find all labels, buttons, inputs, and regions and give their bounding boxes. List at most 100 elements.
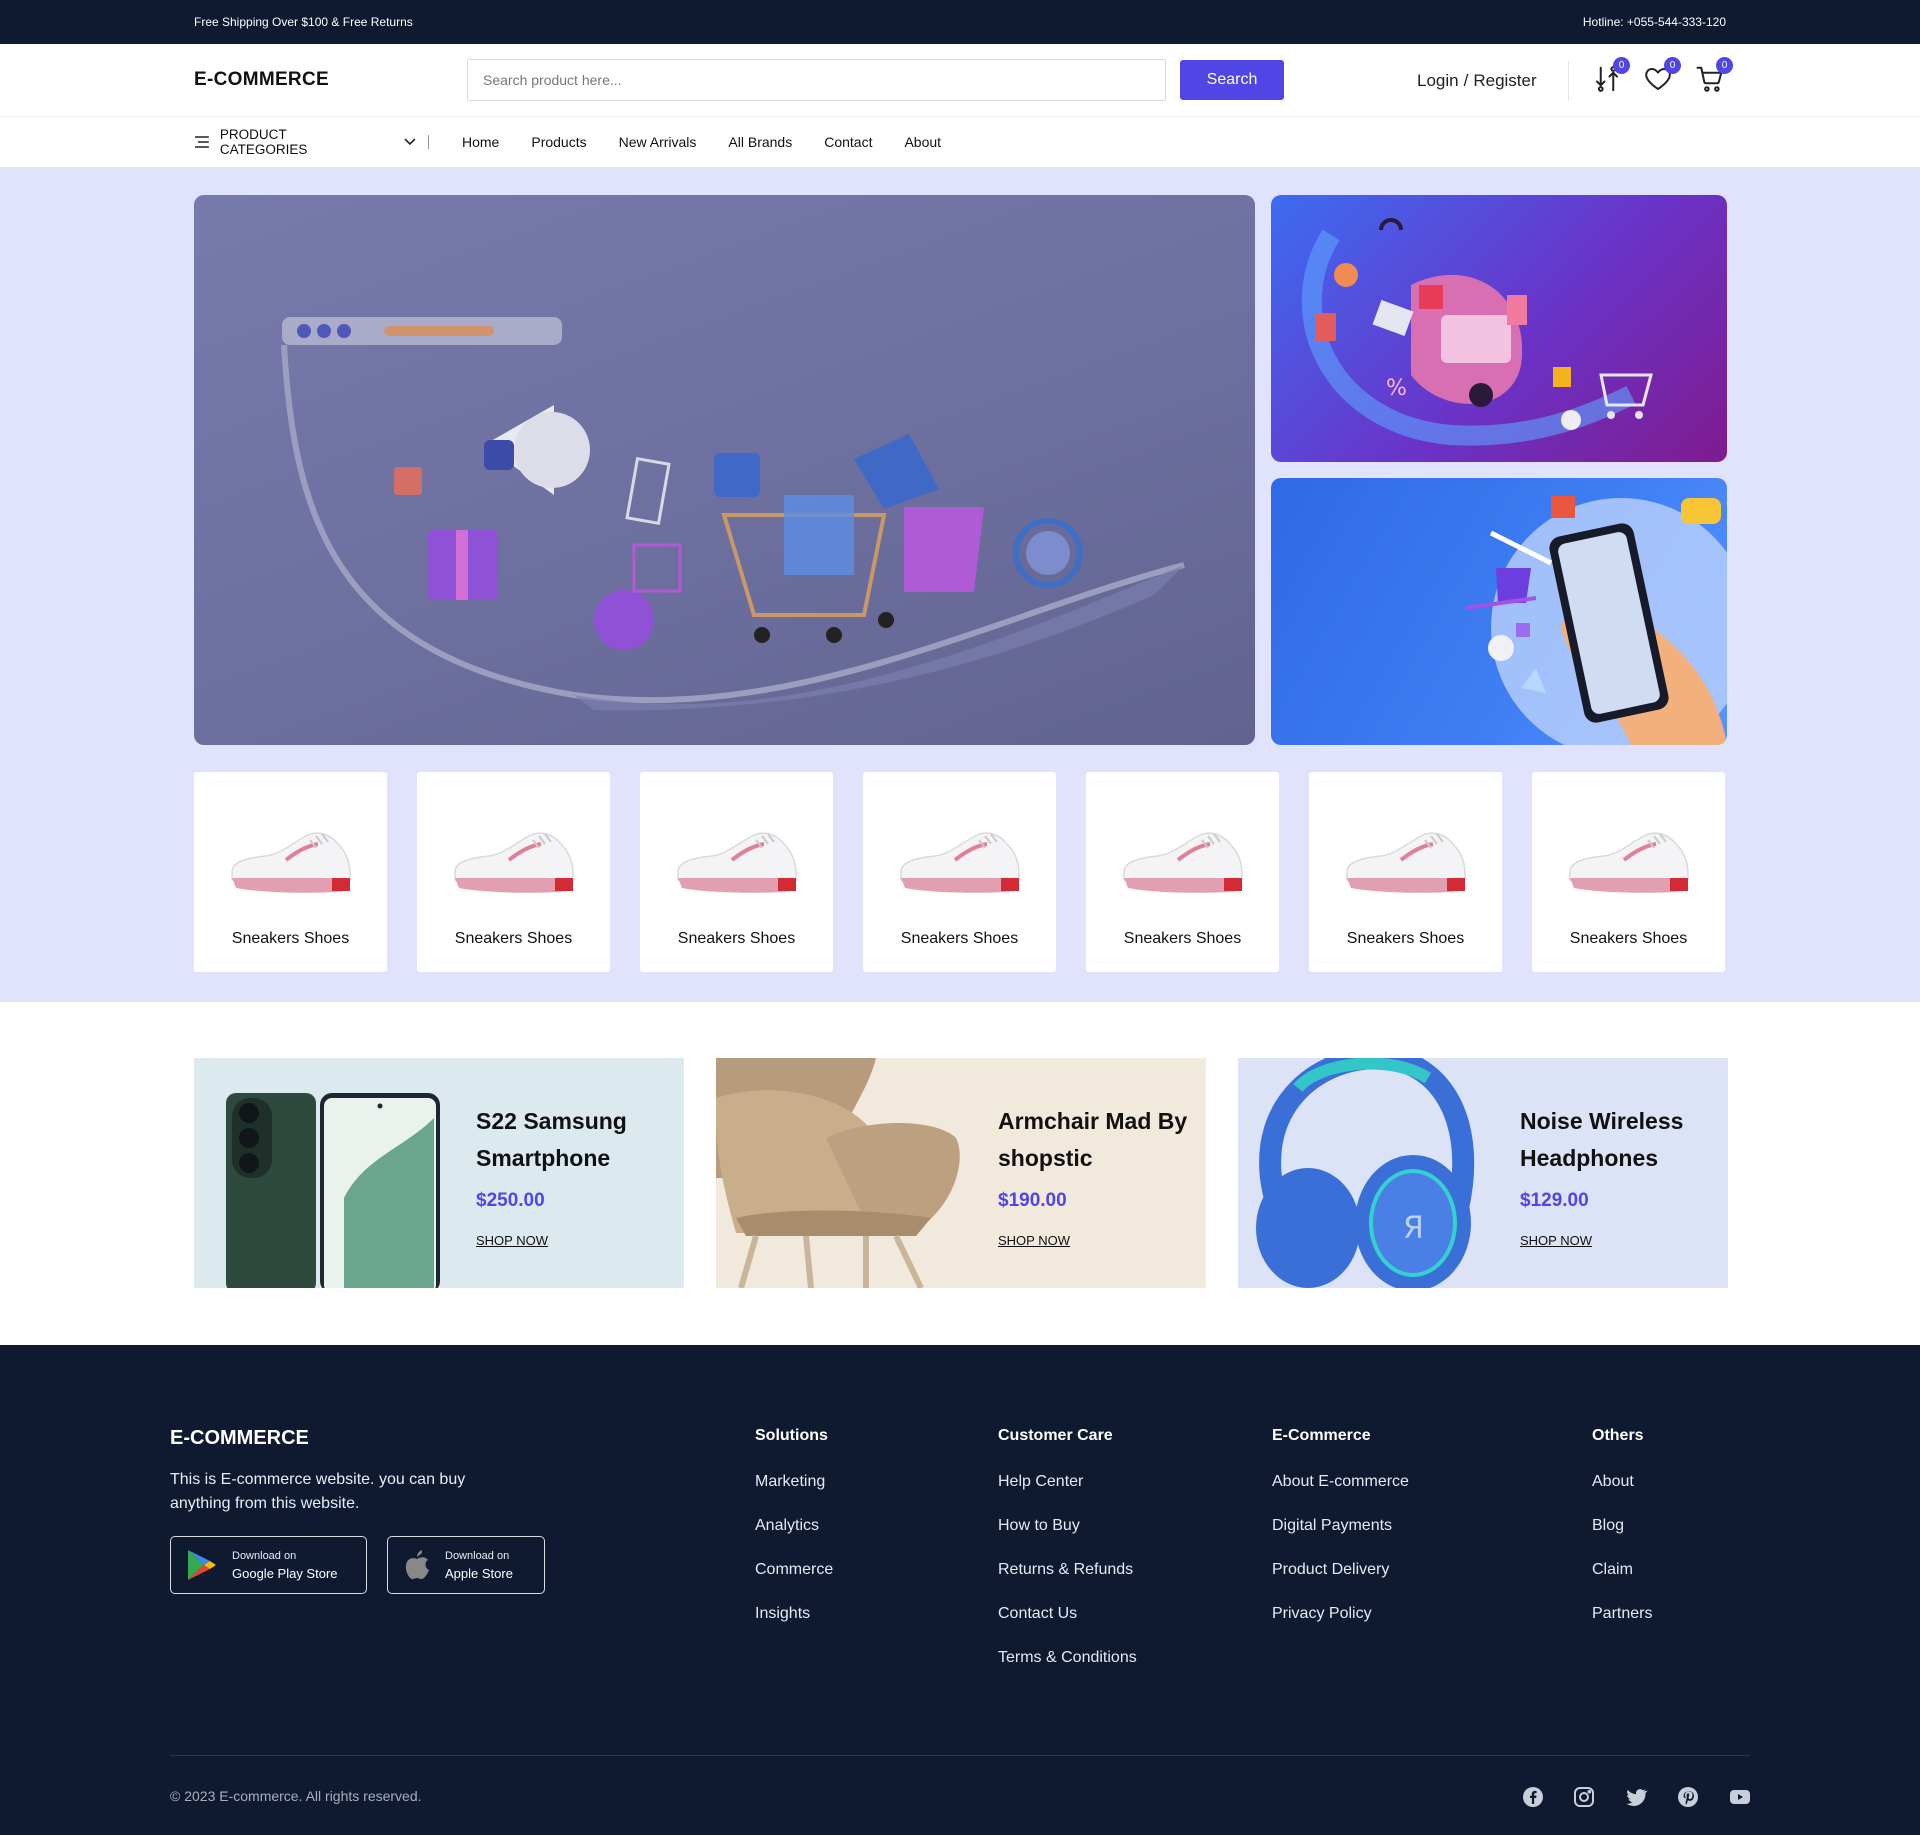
apple-store-button[interactable]: Download on Apple Store xyxy=(387,1536,545,1594)
category-card[interactable]: Sneakers Shoes xyxy=(1532,772,1725,972)
footer-logo[interactable]: E-COMMERCE xyxy=(170,1427,309,1450)
wishlist-button[interactable]: 0 xyxy=(1643,57,1681,98)
footer-description: This is E-commerce website. you can buy … xyxy=(170,1471,466,1512)
category-card[interactable]: Sneakers Shoes xyxy=(1086,772,1279,972)
category-card-label: Sneakers Shoes xyxy=(1346,930,1465,947)
shop-now-link[interactable]: SHOP NOW xyxy=(476,1233,548,1248)
nav-new-arrivals[interactable]: New Arrivals xyxy=(619,134,697,150)
site-logo[interactable]: E-COMMERCE xyxy=(194,69,467,91)
category-card[interactable]: Sneakers Shoes xyxy=(417,772,610,972)
promo-banner-armchair[interactable]: Armchair Mad By shopstic $190.00 SHOP NOW xyxy=(716,1058,1206,1288)
footer-link[interactable]: Marketing xyxy=(755,1471,833,1515)
cart-button[interactable]: 0 xyxy=(1695,57,1733,98)
category-cards: Sneakers Shoes Sneakers Shoes Sneakers Sho… xyxy=(194,772,1727,972)
sneaker-image xyxy=(900,832,1020,893)
hero-side-banner-top[interactable]: % xyxy=(1271,195,1727,462)
hero-main-banner[interactable] xyxy=(194,195,1255,745)
category-card[interactable]: Sneakers Shoes xyxy=(640,772,833,972)
sneaker-image xyxy=(1569,832,1689,893)
google-play-caption: Download on xyxy=(232,1549,297,1562)
footer-link[interactable]: Blog xyxy=(1592,1515,1652,1559)
twitter-icon[interactable] xyxy=(1624,1785,1648,1809)
google-play-icon xyxy=(188,1550,216,1580)
footer-link[interactable]: Help Center xyxy=(998,1471,1137,1515)
shipping-promo: Free Shipping Over $100 & Free Returns xyxy=(194,15,413,29)
nav-about[interactable]: About xyxy=(904,134,941,150)
headphones-image: Я xyxy=(1256,1058,1475,1288)
promo-banner-headphones[interactable]: Я Noise Wireless Headphones $129.00 SHOP NO… xyxy=(1238,1058,1728,1288)
pinterest-icon[interactable] xyxy=(1676,1785,1700,1809)
category-card[interactable]: Sneakers Shoes xyxy=(1309,772,1502,972)
footer-link[interactable]: Returns & Refunds xyxy=(998,1559,1137,1603)
footer-column-title: Solutions xyxy=(755,1427,828,1444)
cart-count-badge: 0 xyxy=(1716,57,1733,74)
footer-link[interactable]: Digital Payments xyxy=(1272,1515,1409,1559)
footer-link[interactable]: Claim xyxy=(1592,1559,1652,1603)
shop-now-link[interactable]: SHOP NOW xyxy=(1520,1233,1592,1248)
footer-column-title: Others xyxy=(1592,1427,1644,1444)
footer-link[interactable]: Commerce xyxy=(755,1559,833,1603)
search-input[interactable] xyxy=(467,59,1166,101)
header: E-COMMERCE Search Login / Register 0 0 0 xyxy=(0,44,1920,117)
category-card-label: Sneakers Shoes xyxy=(454,930,573,947)
footer-link[interactable]: Product Delivery xyxy=(1272,1559,1409,1603)
chevron-down-icon xyxy=(404,138,416,146)
shop-now-link[interactable]: SHOP NOW xyxy=(998,1233,1070,1248)
footer-column-solutions: Solutions Marketing Analytics Commerce Insig… xyxy=(755,1427,833,1647)
footer-link[interactable]: Analytics xyxy=(755,1515,833,1559)
nav-all-brands[interactable]: All Brands xyxy=(728,134,792,150)
search-button[interactable]: Search xyxy=(1180,60,1284,100)
promo-price: $190.00 xyxy=(998,1190,1067,1211)
ecommerce-items-illustration: % xyxy=(1301,218,1653,446)
sneaker-image xyxy=(677,832,797,893)
footer-link[interactable]: Partners xyxy=(1592,1603,1652,1647)
category-card[interactable]: Sneakers Shoes xyxy=(863,772,1056,972)
promo-banner-smartphone[interactable]: S22 Samsung Smartphone $250.00 SHOP NOW xyxy=(194,1058,684,1288)
footer-link[interactable]: Insights xyxy=(755,1603,833,1647)
hero-side-banner-bottom[interactable] xyxy=(1271,478,1727,745)
footer-column-title: E-Commerce xyxy=(1272,1427,1371,1444)
facebook-icon[interactable] xyxy=(1521,1785,1545,1809)
main-nav: PRODUCT CATEGORIES Home Products New Arr… xyxy=(0,117,1920,167)
category-card-label: Sneakers Shoes xyxy=(900,930,1019,947)
category-card-label: Sneakers Shoes xyxy=(677,930,796,947)
footer-link[interactable]: Contact Us xyxy=(998,1603,1137,1647)
auth-separator: / xyxy=(1463,70,1469,90)
wishlist-count-badge: 0 xyxy=(1664,57,1681,74)
hero-section: % Sneakers Shoes Sneakers Shoes Sneakers S… xyxy=(0,167,1920,1002)
menu-icon xyxy=(194,136,209,148)
smartphone-image xyxy=(226,1093,440,1288)
svg-text:%: % xyxy=(1386,376,1407,401)
google-play-button[interactable]: Download on Google Play Store xyxy=(170,1536,367,1594)
sneaker-image xyxy=(1346,832,1466,893)
footer-link[interactable]: Terms & Conditions xyxy=(998,1647,1137,1691)
footer-column-others: Others About Blog Claim Partners xyxy=(1592,1427,1652,1647)
footer-column-e-commerce: E-Commerce About E-commerce Digital Paymen… xyxy=(1272,1427,1409,1647)
instagram-icon[interactable] xyxy=(1572,1785,1596,1809)
footer-link[interactable]: Privacy Policy xyxy=(1272,1603,1409,1647)
nav-home[interactable]: Home xyxy=(462,134,499,150)
login-link[interactable]: Login xyxy=(1417,71,1459,91)
product-categories-label: PRODUCT CATEGORIES xyxy=(219,127,308,157)
footer-link[interactable]: About E-commerce xyxy=(1272,1471,1409,1515)
sneaker-image xyxy=(231,832,351,893)
nav-contact[interactable]: Contact xyxy=(824,134,872,150)
footer-link[interactable]: About xyxy=(1592,1471,1652,1515)
promo-price: $250.00 xyxy=(476,1190,545,1211)
category-card-label: Sneakers Shoes xyxy=(231,930,350,947)
hotline: Hotline: +055-544-333-120 xyxy=(1582,15,1726,29)
footer-column-title: Customer Care xyxy=(998,1427,1113,1444)
footer-link[interactable]: How to Buy xyxy=(998,1515,1137,1559)
category-card-label: Sneakers Shoes xyxy=(1569,930,1688,947)
category-card-label: Sneakers Shoes xyxy=(1123,930,1242,947)
compare-count-badge: 0 xyxy=(1613,57,1630,74)
product-categories-dropdown[interactable]: PRODUCT CATEGORIES xyxy=(194,127,416,157)
compare-button[interactable]: 0 xyxy=(1592,57,1630,98)
apple-store-label: Apple Store xyxy=(445,1565,513,1581)
register-link[interactable]: Register xyxy=(1473,71,1536,91)
youtube-icon[interactable] xyxy=(1728,1785,1752,1809)
category-card[interactable]: Sneakers Shoes xyxy=(194,772,387,972)
nav-products[interactable]: Products xyxy=(531,134,586,150)
svg-text:Я: Я xyxy=(1403,1211,1424,1246)
nav-separator xyxy=(428,135,429,149)
